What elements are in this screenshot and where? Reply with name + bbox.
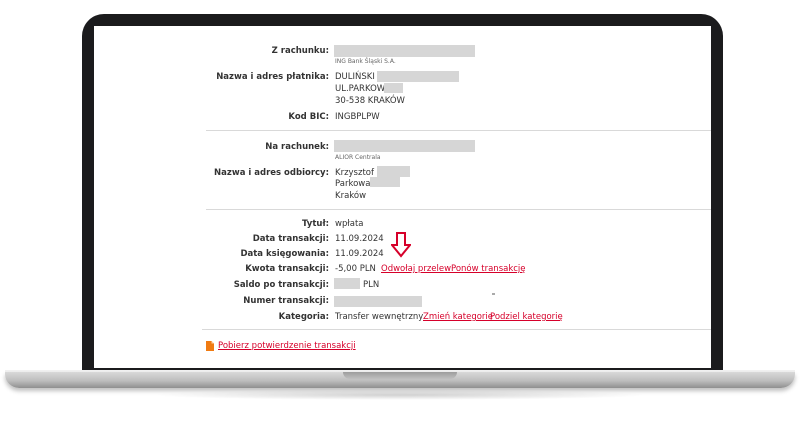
to-account-label: Na rachunek:: [265, 142, 329, 152]
recipient-city: Kraków: [335, 191, 367, 201]
stray-mark: [492, 293, 495, 295]
recipient-label: Nazwa i adres odbiorcy:: [214, 168, 329, 178]
bic-value: INGBPLPW: [335, 112, 380, 122]
category-label: Kategoria:: [278, 312, 329, 322]
recipient-name: Krzysztof: [335, 168, 374, 178]
repeat-transaction-link[interactable]: Ponów transakcję: [451, 264, 526, 274]
posting-date-value: 11.09.2024: [335, 249, 384, 259]
change-category-link[interactable]: Zmień kategorię: [423, 312, 493, 322]
balance-label: Saldo po transakcji:: [233, 280, 329, 290]
pdf-icon: [206, 341, 214, 351]
separator: [206, 209, 711, 210]
payer-label: Nazwa i adres płatnika:: [216, 72, 329, 82]
separator: [206, 130, 711, 131]
amount-value: -5,00 PLN: [335, 264, 376, 274]
transaction-date-label: Data transakcji:: [252, 234, 329, 244]
laptop-notch: [343, 372, 457, 379]
bic-label: Kod BIC:: [288, 112, 329, 122]
payer-street-redacted: [384, 83, 403, 93]
split-category-link[interactable]: Podziel kategorię: [490, 312, 563, 322]
transaction-date-value: 11.09.2024: [335, 234, 384, 244]
transaction-number-redacted: [334, 296, 422, 307]
down-arrow-icon: [391, 232, 411, 258]
balance-amount-redacted: [334, 278, 360, 289]
category-value: Transfer wewnętrzny: [335, 312, 424, 322]
laptop-screen: Z rachunku: ING Bank Śląski S.A. Nazwa i…: [94, 26, 711, 368]
payer-name-redacted: [377, 71, 459, 82]
recipient-street-redacted: [370, 177, 400, 187]
payer-city: 30-538 KRAKÓW: [335, 96, 405, 106]
payer-street: UL.PARKOWA: [335, 84, 391, 94]
separator: [202, 329, 711, 330]
title-label: Tytuł:: [302, 219, 329, 229]
from-account-label: Z rachunku:: [271, 46, 329, 56]
cancel-transfer-link[interactable]: Odwołaj przelew: [381, 264, 451, 274]
transaction-number-label: Numer transakcji:: [243, 296, 329, 306]
amount-label: Kwota transakcji:: [245, 264, 329, 274]
to-account-bank: ALIOR Centrala: [335, 154, 381, 161]
balance-currency: PLN: [363, 280, 380, 290]
recipient-street: Parkowa: [335, 179, 371, 189]
recipient-name-redacted: [377, 166, 410, 177]
title-value: wpłata: [335, 219, 364, 229]
download-confirmation-link[interactable]: Pobierz potwierdzenie transakcji: [218, 341, 356, 351]
to-account-number-redacted: [334, 140, 475, 152]
posting-date-label: Data księgowania:: [240, 249, 329, 259]
laptop-shadow: [150, 390, 650, 400]
from-account-bank: ING Bank Śląski S.A.: [335, 58, 396, 65]
payer-name: DULIŃSKI: [335, 72, 375, 82]
from-account-number-redacted: [334, 45, 475, 57]
